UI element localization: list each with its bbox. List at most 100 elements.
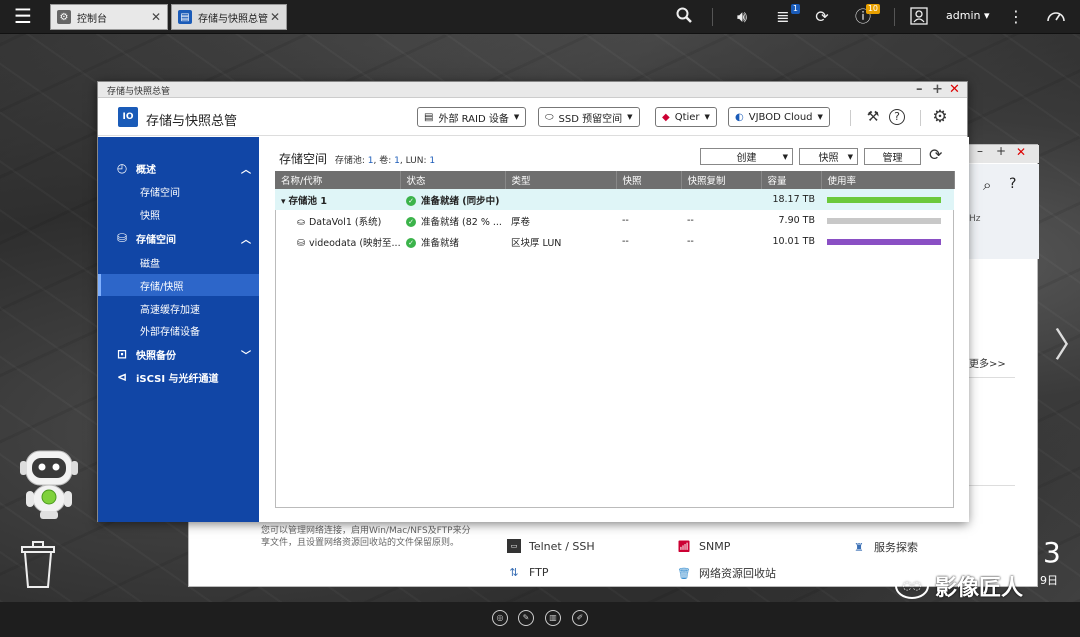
tab-storage-manager[interactable]: ▤ 存储与快照总管 ✕ (171, 4, 287, 30)
dashboard-icon: ◴ (116, 161, 128, 175)
lun-count: 1 (429, 156, 436, 166)
maximize-icon[interactable]: + (932, 82, 943, 98)
volume-icon[interactable]: 🔊︎ (731, 7, 753, 27)
refresh-icon[interactable]: ⟳ (929, 145, 942, 164)
service-discovery[interactable]: ♜ 服务探索 (852, 539, 918, 555)
helpdesk-robot-icon[interactable] (18, 447, 80, 523)
close-tab-icon[interactable]: ✕ (270, 10, 280, 24)
recycle-bin-icon[interactable] (20, 541, 56, 589)
row-name: DataVol1 (系统) (308, 216, 382, 228)
table-row[interactable]: ⛁ videodata (映射至... ✓ 准备就绪 区块厚 LUN -- -- 1… (275, 231, 954, 252)
column-header[interactable]: 使用率 (821, 171, 955, 189)
sidebar-group-snapshot-backup[interactable]: ⊡ 快照备份 ﹀ (98, 343, 259, 365)
terminal-icon: ▭ (507, 539, 521, 553)
snapshot-button[interactable]: 快照 ▼ (799, 148, 858, 165)
snapshot-cell: -- (622, 215, 629, 226)
column-header[interactable]: 容量 (761, 171, 822, 189)
info-badge: 10 (865, 4, 880, 14)
sidebar-item-disks[interactable]: 磁盘 (98, 251, 259, 273)
search-icon[interactable] (674, 7, 694, 27)
table-row[interactable]: ▾ 存储池 1 ✓ 准备就绪 (同步中) 18.17 TB (275, 189, 954, 210)
column-header[interactable]: 快照 (616, 171, 682, 189)
vjbod-cloud-button[interactable]: ◐ VJBOD Cloud ▼ (728, 107, 830, 127)
summary-label: , LUN: (399, 156, 430, 166)
external-raid-button[interactable]: ▤ 外部 RAID 设备 ▼ (417, 107, 527, 127)
clock-digit: 3 (1043, 536, 1061, 569)
column-header[interactable]: 快照复制 (681, 171, 762, 189)
user-menu[interactable]: admin ▾ (946, 9, 989, 22)
help-icon[interactable]: ? (889, 109, 905, 125)
sidebar-group-storage[interactable]: ⛁ 存储空间 ︿ (98, 227, 259, 249)
manage-button[interactable]: 管理 (864, 148, 921, 165)
usage-bar (827, 217, 941, 224)
service-telnet-ssh[interactable]: ▭ Telnet / SSH (507, 539, 595, 553)
column-header[interactable]: 类型 (505, 171, 617, 189)
column-header[interactable]: 状态 (400, 171, 506, 189)
usage-fill (827, 196, 941, 203)
more-options-icon[interactable]: ⋮ (1008, 7, 1024, 27)
minimize-icon[interactable]: – (916, 82, 923, 98)
snapshot-replica-cell (681, 189, 761, 210)
service-label: 网络资源回收站 (699, 567, 776, 580)
sidebar-item-storage-space[interactable]: 存储空间 (98, 180, 259, 202)
task-queue-icon[interactable]: ≣ 1 (773, 4, 800, 27)
search-icon[interactable]: ⌕ (983, 176, 991, 194)
close-icon[interactable]: ✕ (1016, 145, 1026, 159)
name-cell: ⛀ DataVol1 (系统) (275, 210, 400, 231)
watermark-text: 影像匠人 (935, 576, 1024, 601)
separator (894, 8, 895, 26)
settings-gear-icon[interactable]: ⚙ (931, 108, 949, 126)
storage-summary: 存储池: 1, 卷: 1, LUN: 1 (335, 156, 435, 166)
usage-bar (827, 196, 941, 203)
sidebar-group-overview[interactable]: ◴ 概述 ︿ (98, 157, 259, 179)
capacity-cell: 10.01 TB (772, 236, 815, 247)
more-link[interactable]: 更多>> (969, 355, 1006, 370)
main-menu-icon[interactable]: ☰ (12, 6, 34, 28)
status-cell: ✓ 准备就绪 (400, 231, 505, 252)
diagnostic-tool-icon[interactable]: ⚒ (864, 108, 882, 126)
close-icon[interactable]: ✕ (949, 82, 960, 98)
window-titlebar[interactable]: 存储与快照总管 – + ✕ (98, 82, 967, 98)
create-button[interactable]: 创建 ▼ (700, 148, 793, 165)
snapshot-cell: -- (622, 236, 629, 247)
tab-label: 存储与快照总管 (198, 13, 268, 25)
sidebar-item-cache-acceleration[interactable]: 高速缓存加速 (98, 297, 259, 319)
check-icon: ✓ (406, 217, 416, 227)
caret-down-icon: ▼ (847, 152, 853, 161)
service-snmp[interactable]: 📶︎ SNMP (677, 539, 730, 553)
usage-cell (821, 189, 954, 210)
service-recycle-bin[interactable]: 🗑︎ 网络资源回收站 (677, 565, 776, 581)
chevron-right-icon[interactable]: 〉 (1054, 318, 1080, 367)
ssd-overprovisioning-button[interactable]: ⬭ SSD 预留空间 ▼ (538, 107, 640, 127)
sidebar-item-external-storage[interactable]: 外部存储设备 (98, 319, 259, 341)
dashboard-gauge-icon[interactable] (1045, 7, 1067, 27)
description-line: 您可以管理网络连接，启用Win/Mac/NFS及FTP来分 (261, 526, 471, 536)
service-ftp[interactable]: ⇅ FTP (507, 565, 548, 579)
sidebar-item-snapshot[interactable]: 快照 (98, 203, 259, 225)
sync-icon[interactable]: ⟳ (811, 7, 833, 27)
sidebar-group-iscsi[interactable]: ⊲ iSCSI 与光纤通道 (98, 366, 259, 388)
chevron-down-icon[interactable]: ▾ (281, 197, 286, 207)
user-icon[interactable] (909, 7, 929, 27)
table-row[interactable]: ⛀ DataVol1 (系统) ✓ 准备就绪 (82 % ... 厚卷 -- -- … (275, 210, 954, 231)
title-text: 存储空间 (279, 152, 328, 166)
dock-note-icon[interactable]: ✐ (572, 610, 588, 626)
sidebar-item-storage-snapshots[interactable]: 存储/快照 (98, 274, 259, 296)
bar-chart-icon: 📶︎ (677, 539, 691, 553)
maximize-icon[interactable]: + (996, 144, 1006, 158)
dock-window-icon[interactable]: ▥ (545, 610, 561, 626)
tab-control-panel[interactable]: ⚙ 控制台 ✕ (50, 4, 168, 30)
help-icon[interactable]: ? (1009, 176, 1016, 192)
dock-app-icon[interactable]: ◎ (492, 610, 508, 626)
info-icon[interactable]: ⓘ 10 (853, 4, 880, 27)
app-header: IO 存储与快照总管 ▤ 外部 RAID 设备 ▼ ⬭ SSD 预留空间 ▼ ◆… (98, 98, 967, 136)
usage-fill (827, 238, 941, 245)
divider (965, 485, 1015, 486)
qtier-button[interactable]: ◆ Qtier ▼ (655, 107, 717, 127)
column-header[interactable]: 名称/代称 (275, 171, 401, 189)
name-cell: ▾ 存储池 1 (275, 189, 400, 210)
close-tab-icon[interactable]: ✕ (151, 10, 161, 24)
dock-tool-icon[interactable]: ✎ (518, 610, 534, 626)
button-label: Qtier (674, 111, 700, 123)
minimize-icon[interactable]: – (977, 144, 983, 158)
